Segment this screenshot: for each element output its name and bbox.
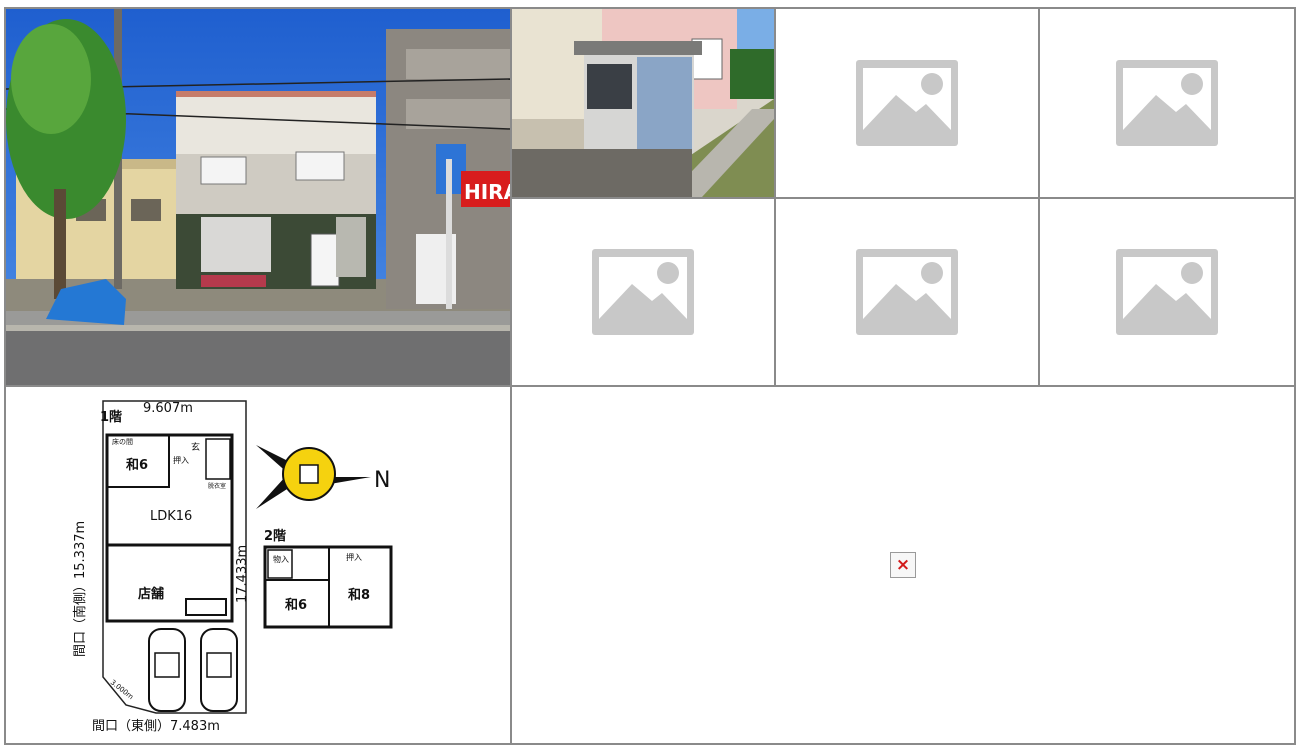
image-placeholder-icon	[856, 60, 958, 146]
broken-image-glyph: ×	[895, 554, 911, 575]
compass-icon: N	[256, 445, 390, 509]
right-dimension: 17.433m	[235, 545, 250, 603]
broken-image-cell[interactable]: ×	[510, 385, 1296, 745]
thumbnail-photo-1[interactable]	[510, 7, 776, 199]
floor-plan[interactable]: 1階 9.607m 床の間 和6 押入 玄 脱衣室 LDK16 店舗 間口（南側…	[4, 385, 512, 745]
image-placeholder-icon	[1116, 249, 1218, 335]
property-gallery: HIRA	[0, 0, 1296, 745]
room-shop: 店舗	[138, 586, 164, 602]
main-photo[interactable]: HIRA	[4, 7, 512, 387]
image-placeholder-icon	[856, 249, 958, 335]
shop-sign-text: HIRA	[464, 180, 510, 204]
image-placeholder-5[interactable]	[1038, 197, 1296, 387]
storage-shed-image	[512, 9, 774, 197]
compass-north-label: N	[374, 468, 390, 493]
floor2-label: 2階	[264, 528, 286, 544]
oshiire-1f-label: 押入	[173, 455, 189, 465]
room-washitsu6-2f: 和6	[285, 597, 307, 613]
floor-plan-drawing: 1階 9.607m 床の間 和6 押入 玄 脱衣室 LDK16 店舗 間口（南側…	[72, 400, 393, 734]
image-placeholder-4[interactable]	[774, 197, 1040, 387]
image-placeholder-icon	[1116, 60, 1218, 146]
left-dimension: 間口（南側）15.337m	[72, 521, 88, 657]
oshiire-2f-label: 押入	[346, 552, 362, 562]
broken-image-icon: ×	[890, 552, 916, 578]
misc-room-label: 脱衣室	[208, 482, 226, 490]
image-placeholder-3[interactable]	[510, 197, 776, 387]
top-dimension: 9.607m	[143, 401, 193, 416]
image-placeholder-1[interactable]	[774, 7, 1040, 199]
floor1-label: 1階	[100, 409, 122, 425]
room-washitsu8: 和8	[348, 587, 370, 603]
room-washitsu6-1f: 和6	[126, 457, 148, 473]
image-placeholder-icon	[592, 249, 694, 335]
tokonoma-label: 床の間	[112, 437, 133, 446]
genkan-label: 玄	[191, 441, 200, 453]
bottom-dimension: 間口（東側）7.483m	[92, 718, 220, 734]
room-ldk: LDK16	[150, 509, 192, 524]
storage-label: 物入	[273, 554, 289, 564]
image-placeholder-2[interactable]	[1038, 7, 1296, 199]
building-exterior-image: HIRA	[6, 9, 510, 385]
